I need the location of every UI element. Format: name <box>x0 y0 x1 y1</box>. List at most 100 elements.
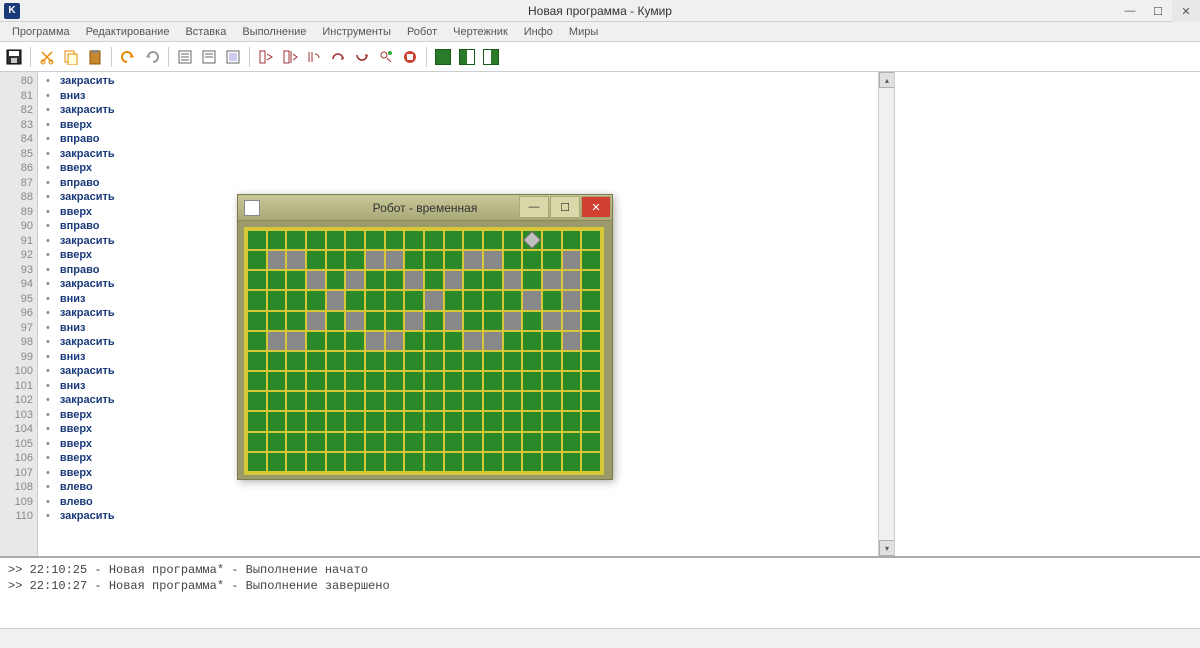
grid-cell <box>463 290 483 310</box>
grid-cell <box>306 331 326 351</box>
copy-icon[interactable] <box>61 47 81 67</box>
grid-cell <box>483 331 503 351</box>
menu-выполнение[interactable]: Выполнение <box>234 24 314 40</box>
scroll-up-icon[interactable]: ▴ <box>879 72 895 88</box>
code-line[interactable]: закрасить <box>46 74 894 89</box>
editor-scrollbar[interactable]: ▴ ▾ <box>878 72 894 556</box>
redo-icon[interactable] <box>142 47 162 67</box>
grid-cell <box>306 432 326 452</box>
grid-cell <box>267 452 287 472</box>
layout-1-icon[interactable] <box>433 47 453 67</box>
grid-cell <box>581 250 601 270</box>
tool-2-icon[interactable] <box>199 47 219 67</box>
robot-window[interactable]: Робот - временная — ☐ ✕ <box>237 194 613 480</box>
menu-вставка[interactable]: Вставка <box>177 24 234 40</box>
grid-cell <box>444 290 464 310</box>
scroll-down-icon[interactable]: ▾ <box>879 540 895 556</box>
grid-cell <box>365 411 385 431</box>
grid-cell <box>404 230 424 250</box>
close-button[interactable]: ✕ <box>1172 0 1200 22</box>
grid-cell <box>562 290 582 310</box>
grid-cell <box>444 411 464 431</box>
menu-инфо[interactable]: Инфо <box>516 24 561 40</box>
grid-cell <box>404 270 424 290</box>
undo-icon[interactable] <box>118 47 138 67</box>
cut-icon[interactable] <box>37 47 57 67</box>
code-line[interactable]: вниз <box>46 89 894 104</box>
step-icon[interactable] <box>304 47 324 67</box>
tool-3-icon[interactable] <box>223 47 243 67</box>
robot-minimize-button[interactable]: — <box>519 196 549 218</box>
menu-робот[interactable]: Робот <box>399 24 445 40</box>
grid-cell <box>483 452 503 472</box>
code-line[interactable]: вправо <box>46 132 894 147</box>
save-icon[interactable] <box>4 47 24 67</box>
grid-cell <box>267 432 287 452</box>
paste-icon[interactable] <box>85 47 105 67</box>
grid-cell <box>385 432 405 452</box>
grid-cell <box>483 290 503 310</box>
menu-чертежник[interactable]: Чертежник <box>445 24 516 40</box>
grid-cell <box>522 411 542 431</box>
tool-1-icon[interactable] <box>175 47 195 67</box>
grid-cell <box>444 371 464 391</box>
minimize-button[interactable]: — <box>1116 0 1144 22</box>
menu-инструменты[interactable]: Инструменты <box>314 24 399 40</box>
run-icon[interactable] <box>256 47 276 67</box>
grid-cell <box>247 311 267 331</box>
grid-cell <box>444 432 464 452</box>
code-line[interactable]: вверх <box>46 161 894 176</box>
grid-cell <box>345 270 365 290</box>
grid-cell <box>503 452 523 472</box>
step-over-icon[interactable] <box>328 47 348 67</box>
grid-cell <box>424 452 444 472</box>
line-number: 93 <box>0 263 37 278</box>
layout-2-icon[interactable] <box>457 47 477 67</box>
menu-редактирование[interactable]: Редактирование <box>78 24 178 40</box>
grid-cell <box>542 391 562 411</box>
code-line[interactable]: вверх <box>46 118 894 133</box>
line-number: 96 <box>0 306 37 321</box>
grid-cell <box>542 270 562 290</box>
maximize-button[interactable]: ☐ <box>1144 0 1172 22</box>
code-line[interactable]: влево <box>46 495 894 510</box>
grid-cell <box>365 270 385 290</box>
stop-icon[interactable] <box>400 47 420 67</box>
grid-cell <box>365 452 385 472</box>
grid-cell <box>385 290 405 310</box>
step-into-icon[interactable] <box>352 47 372 67</box>
grid-cell <box>247 351 267 371</box>
grid-cell <box>562 331 582 351</box>
grid-cell <box>463 230 483 250</box>
line-number: 102 <box>0 393 37 408</box>
robot-close-button[interactable]: ✕ <box>581 196 611 218</box>
grid-cell <box>345 432 365 452</box>
grid-cell <box>463 331 483 351</box>
grid-cell <box>385 331 405 351</box>
grid-cell <box>345 230 365 250</box>
grid-cell <box>267 371 287 391</box>
grid-cell <box>562 391 582 411</box>
layout-3-icon[interactable] <box>481 47 501 67</box>
grid-cell <box>365 351 385 371</box>
code-line[interactable]: влево <box>46 480 894 495</box>
grid-cell <box>345 391 365 411</box>
line-number: 88 <box>0 190 37 205</box>
grid-cell <box>286 452 306 472</box>
code-line[interactable]: вправо <box>46 176 894 191</box>
step-out-icon[interactable] <box>376 47 396 67</box>
debug-icon[interactable] <box>280 47 300 67</box>
code-line[interactable]: закрасить <box>46 509 894 524</box>
line-number: 86 <box>0 161 37 176</box>
menu-программа[interactable]: Программа <box>4 24 78 40</box>
code-line[interactable]: закрасить <box>46 103 894 118</box>
grid-cell <box>345 411 365 431</box>
grid-cell <box>444 270 464 290</box>
robot-maximize-button[interactable]: ☐ <box>550 196 580 218</box>
grid-cell <box>424 432 444 452</box>
grid-cell <box>424 371 444 391</box>
code-line[interactable]: закрасить <box>46 147 894 162</box>
menu-миры[interactable]: Миры <box>561 24 606 40</box>
grid-cell <box>365 311 385 331</box>
grid-cell <box>444 230 464 250</box>
